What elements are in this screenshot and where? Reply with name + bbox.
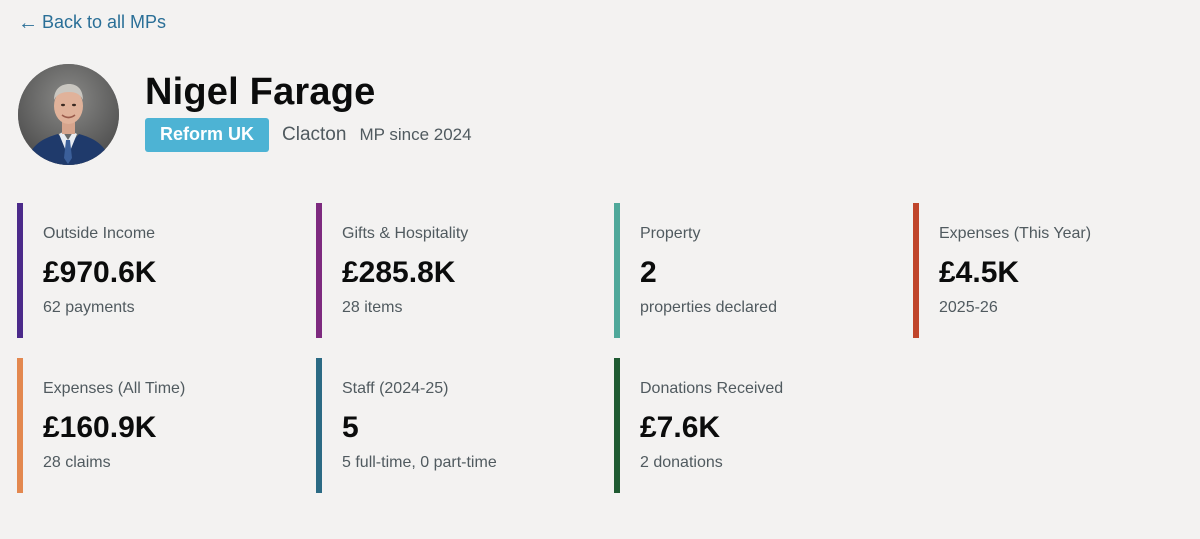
stat-card-label: Staff (2024-25) [342,380,449,397]
constituency-label: Clacton [282,123,347,145]
stat-card-subtext: 28 claims [43,454,111,471]
stat-card-label: Outside Income [43,225,156,242]
stat-card-gifts-hospitality: Gifts & Hospitality £285.8K 28 items [316,203,596,338]
stat-card-subtext: 5 full-time, 0 part-time [342,454,497,471]
mp-since-label: MP since 2024 [359,124,472,144]
stat-card-staff: Staff (2024-25) 5 5 full-time, 0 part-ti… [316,358,596,493]
stat-card-expenses-all-time: Expenses (All Time) £160.9K 28 claims [17,358,297,493]
stat-card-value: £970.6K [43,256,157,289]
party-badge: Reform UK [145,117,270,152]
stat-card-value: £285.8K [342,256,456,289]
stat-card-label: Donations Received [640,380,784,397]
stat-card-value: 5 [342,411,359,444]
stat-card-value: £4.5K [939,256,1020,289]
stat-card-label: Property [640,225,701,242]
stat-card-subtext: properties declared [640,299,777,316]
stat-card-label: Expenses (All Time) [43,380,186,397]
stat-card-label: Expenses (This Year) [939,225,1092,242]
mp-name: Nigel Farage [145,70,376,113]
mp-profile-header: Nigel Farage Reform UK Clacton MP since … [18,64,472,165]
back-link-label: Back to all MPs [42,12,167,32]
stat-card-value: 2 [640,256,657,289]
stat-card-property: Property 2 properties declared [614,203,894,338]
stat-card-label: Gifts & Hospitality [342,225,469,242]
stat-card-value: £7.6K [640,411,721,444]
stat-card-outside-income: Outside Income £970.6K 62 payments [17,203,297,338]
mp-portrait-image [18,64,119,165]
stat-card-subtext: 62 payments [43,299,135,316]
mp-meta-row: Reform UK Clacton MP since 2024 [145,117,472,152]
mp-avatar [18,64,119,165]
stat-card-subtext: 2 donations [640,454,723,471]
back-to-all-mps-link[interactable]: ← Back to all MPs [18,12,166,33]
stat-card-subtext: 28 items [342,299,403,316]
back-arrow-icon: ← [18,11,38,34]
stat-card-expenses-this-year: Expenses (This Year) £4.5K 2025-26 [913,203,1193,338]
mp-identity: Nigel Farage Reform UK Clacton MP since … [145,70,472,152]
stat-card-donations-received: Donations Received £7.6K 2 donations [614,358,894,493]
stat-card-subtext: 2025-26 [939,299,998,316]
stat-card-value: £160.9K [43,411,157,444]
